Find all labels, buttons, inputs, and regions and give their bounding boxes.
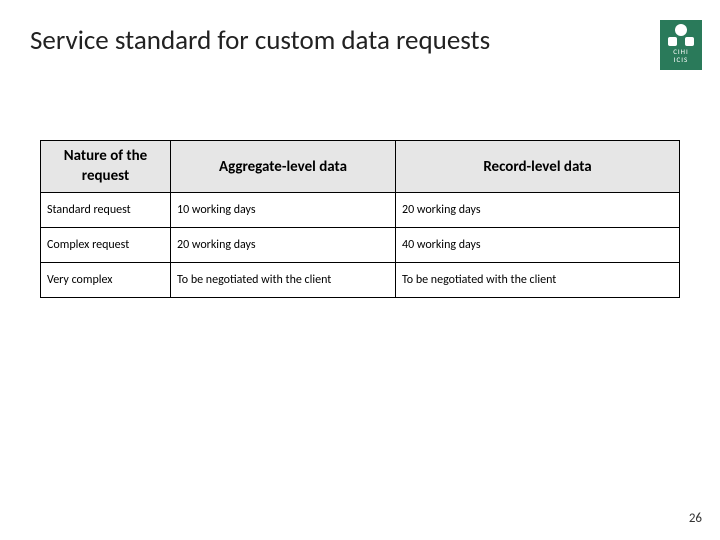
table-row: Complex request 20 working days 40 worki… (41, 228, 680, 263)
cell-aggregate: To be negotiated with the client (171, 263, 396, 298)
header-record: Record-level data (396, 141, 680, 193)
page-number: 26 (689, 511, 702, 526)
logo-head-icon (675, 24, 687, 36)
standards-table: Nature of the request Aggregate-level da… (40, 140, 680, 298)
cell-aggregate: 10 working days (171, 193, 396, 228)
table-header-row: Nature of the request Aggregate-level da… (41, 141, 680, 193)
cell-nature: Complex request (41, 228, 171, 263)
cell-nature: Very complex (41, 263, 171, 298)
logo-arms-icon (668, 37, 694, 45)
cell-nature: Standard request (41, 193, 171, 228)
cell-record: To be negotiated with the client (396, 263, 680, 298)
cell-record: 20 working days (396, 193, 680, 228)
header-nature: Nature of the request (41, 141, 171, 193)
logo-text-line2: ICIS (673, 56, 689, 64)
slide-title: Service standard for custom data request… (30, 24, 490, 57)
logo-text: CIHI ICIS (673, 48, 689, 64)
table-row: Standard request 10 working days 20 work… (41, 193, 680, 228)
cell-aggregate: 20 working days (171, 228, 396, 263)
org-logo: CIHI ICIS (660, 20, 702, 70)
standards-table-wrap: Nature of the request Aggregate-level da… (40, 140, 680, 298)
table-row: Very complex To be negotiated with the c… (41, 263, 680, 298)
header-aggregate: Aggregate-level data (171, 141, 396, 193)
cell-record: 40 working days (396, 228, 680, 263)
